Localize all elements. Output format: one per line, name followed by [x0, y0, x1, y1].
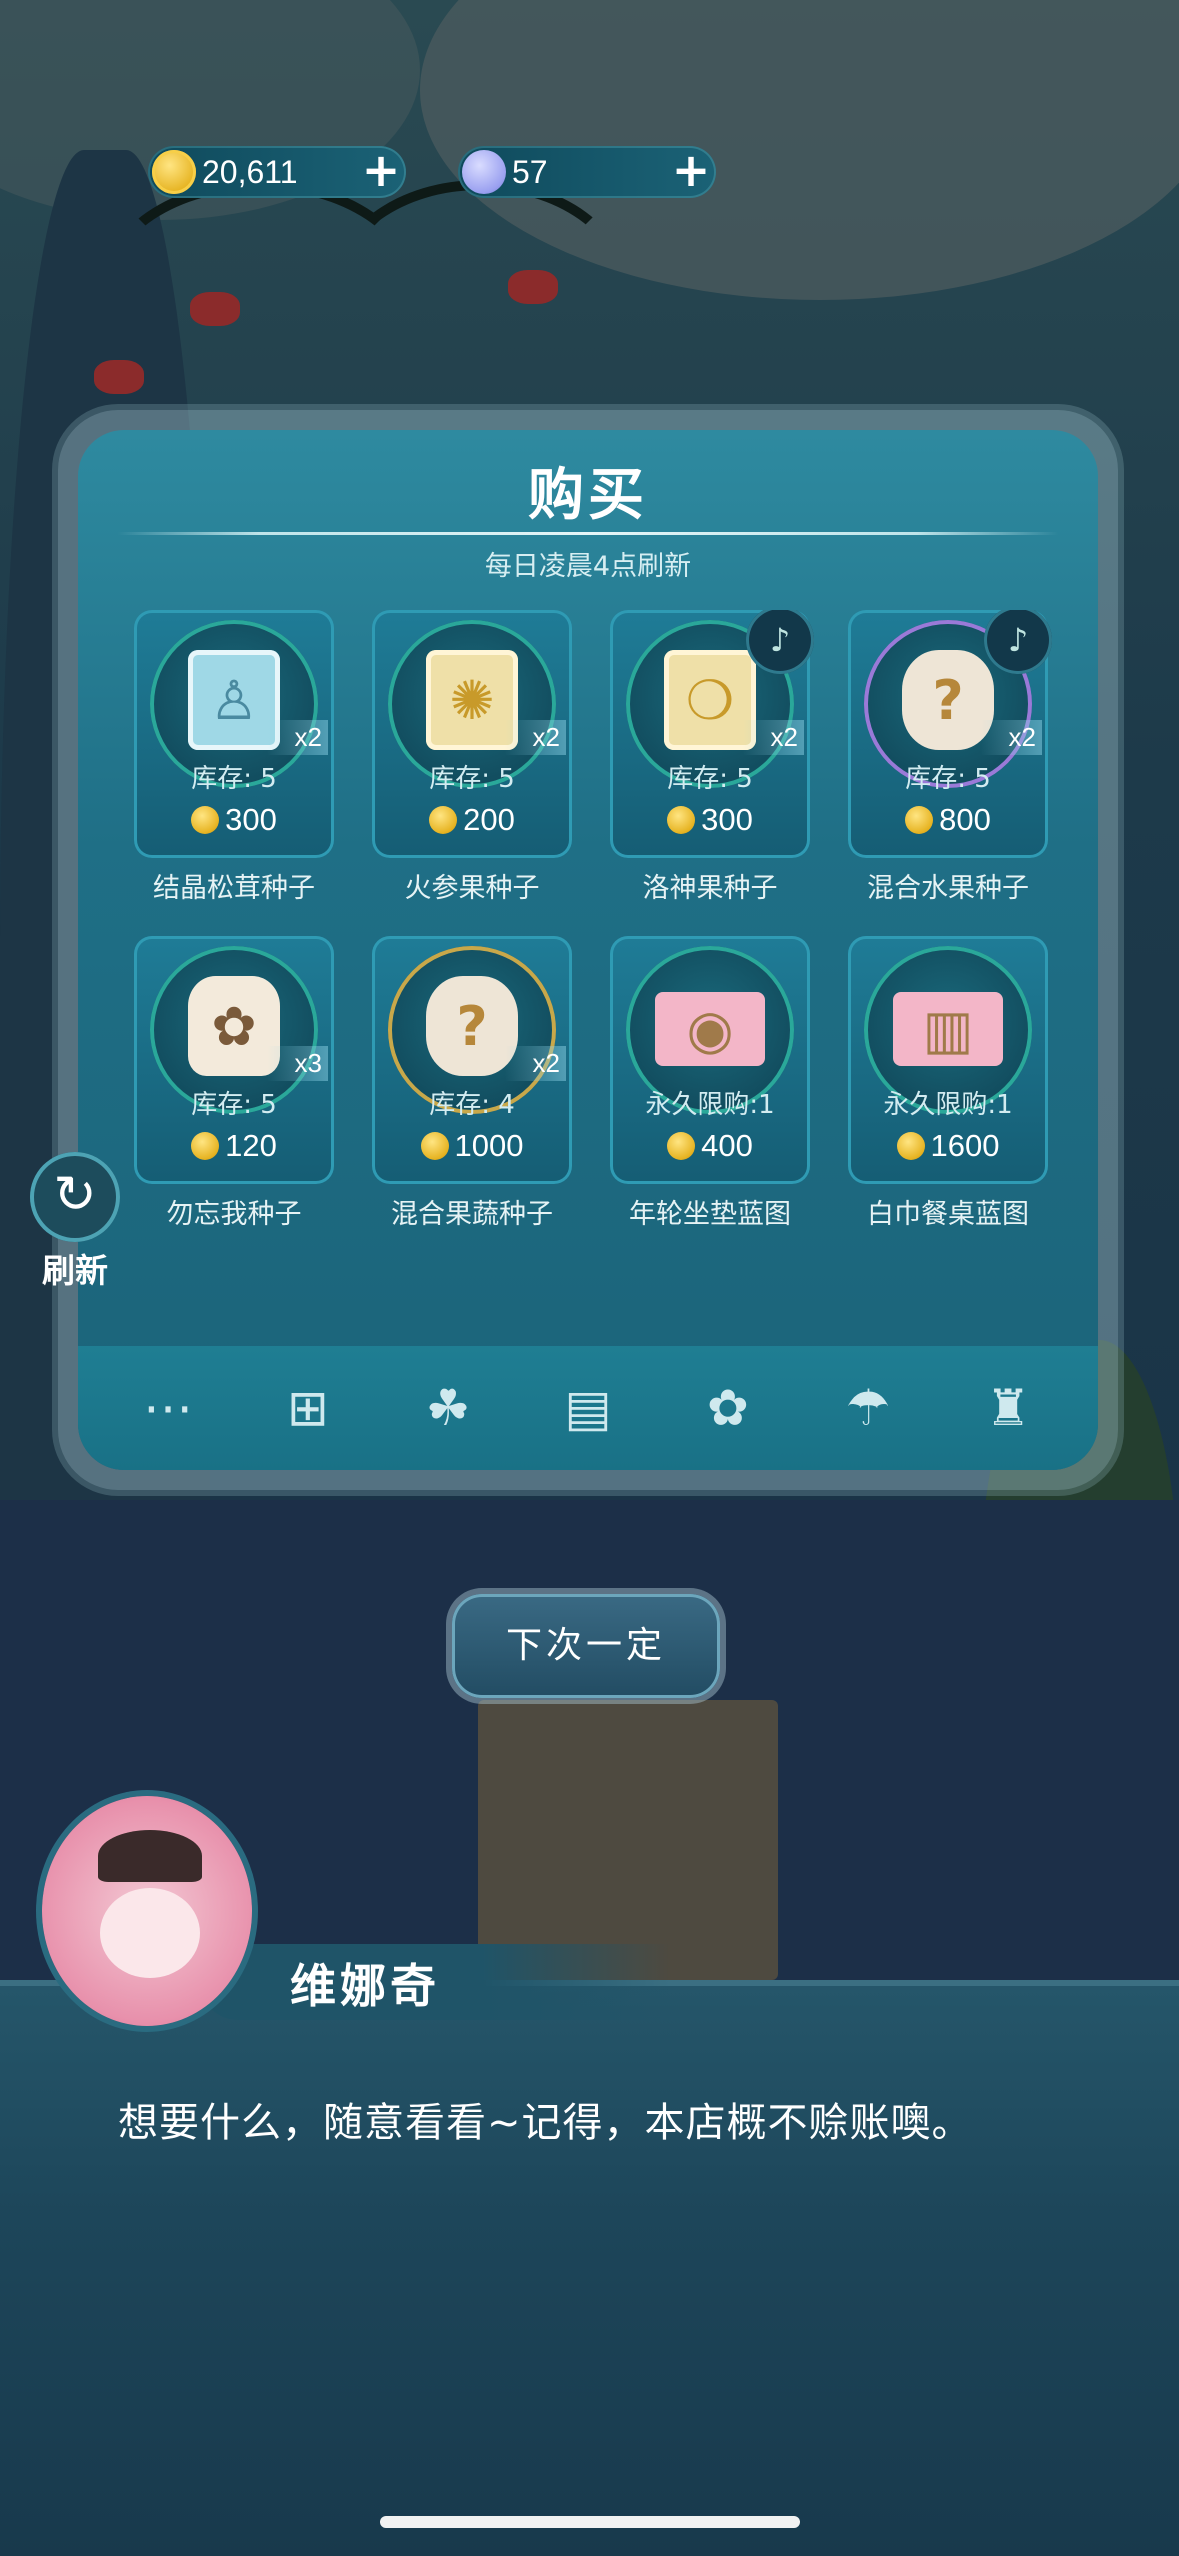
moon-counter: 57 +	[458, 146, 716, 198]
refresh-label: 刷新	[42, 1251, 108, 1290]
shop-panel-inner: 购买 每日凌晨4点刷新 ♙ x2 库存: 5 300 结晶松茸种子 ✺ x2 库…	[78, 430, 1098, 1470]
flower-icon[interactable]: ✿	[688, 1368, 768, 1448]
coin-icon	[429, 806, 458, 834]
blueprint-icon[interactable]: ▤	[548, 1368, 628, 1448]
item-name: 洛神果种子	[642, 873, 778, 904]
dialog-text: 想要什么，随意看看~记得，本店概不赊账噢。	[118, 2100, 973, 2146]
item-price: 800	[848, 802, 1048, 838]
furniture-icon[interactable]: ⊞	[268, 1368, 348, 1448]
face-icon	[100, 1888, 200, 1978]
more-icon[interactable]: ⋯	[128, 1368, 208, 1448]
item-stock: 库存: 5	[429, 764, 515, 794]
coin-icon	[191, 806, 220, 834]
seed-bag-icon[interactable]: ☘	[408, 1368, 488, 1448]
item-quantity: x2	[504, 720, 566, 755]
item-quantity: x2	[504, 1046, 566, 1081]
npc-avatar	[42, 1796, 252, 2026]
item-stock: 库存: 5	[667, 764, 753, 794]
item-name: 结晶松茸种子	[153, 873, 315, 904]
next-time-button[interactable]: 下次一定	[452, 1594, 720, 1698]
speaker-name: 维娜奇	[290, 1959, 440, 2013]
shop-item[interactable]: ▥ 永久限购:1 1600 白巾餐桌蓝图	[848, 936, 1048, 1230]
dialog-box[interactable]	[0, 1986, 1179, 2556]
item-name: 年轮坐垫蓝图	[629, 1199, 791, 1230]
coin-icon	[152, 150, 196, 194]
category-bar: ⋯ ⊞ ☘ ▤ ✿ ☂ ♜	[78, 1346, 1098, 1470]
item-stock: 库存: 5	[191, 764, 277, 794]
moon-amount: 57	[512, 153, 548, 190]
shop-title: 购买	[528, 463, 648, 528]
item-name: 白巾餐桌蓝图	[867, 1199, 1029, 1230]
item-name: 混合水果种子	[867, 873, 1029, 904]
shop-item[interactable]: ♙ x2 库存: 5 300 结晶松茸种子	[134, 610, 334, 904]
title-divider	[118, 532, 1058, 535]
item-quantity: x2	[266, 720, 328, 755]
mushroom-icon[interactable]: ☂	[828, 1368, 908, 1448]
item-price: 300	[134, 802, 334, 838]
blueprint-icon: ▥	[893, 992, 1003, 1066]
item-name: 勿忘我种子	[166, 1199, 302, 1230]
coin-icon	[905, 806, 934, 834]
item-stock: 库存: 5	[191, 1090, 277, 1120]
shop-item[interactable]: ? ♪ x2 库存: 5 800 混合水果种子	[848, 610, 1052, 904]
item-price: 200	[372, 802, 572, 838]
item-price: 1000	[372, 1128, 572, 1164]
item-quantity: x3	[266, 1046, 328, 1081]
add-coins-button[interactable]: +	[356, 147, 406, 197]
shop-item[interactable]: ✿ x3 库存: 5 120 勿忘我种子	[134, 936, 334, 1230]
coin-icon	[420, 1132, 449, 1160]
blueprint-icon: ◉	[655, 992, 765, 1066]
refresh-note: 每日凌晨4点刷新	[484, 551, 692, 582]
add-moons-button[interactable]: +	[666, 147, 716, 197]
coin-icon	[191, 1132, 220, 1160]
coin-amount: 20,611	[202, 153, 298, 190]
hat-icon	[98, 1830, 202, 1882]
coin-icon	[667, 806, 696, 834]
item-stock: 永久限购:1	[645, 1090, 775, 1120]
item-name: 火参果种子	[404, 873, 540, 904]
item-name: 混合果蔬种子	[391, 1199, 553, 1230]
shop-item[interactable]: ❍ ♪ x2 库存: 5 300 洛神果种子	[610, 610, 814, 904]
item-stock: 库存: 5	[905, 764, 991, 794]
item-grid: ♙ x2 库存: 5 300 结晶松茸种子 ✺ x2 库存: 5 200 火参果…	[78, 610, 1098, 1250]
item-quantity: x2	[980, 720, 1042, 755]
item-price: 300	[610, 802, 810, 838]
item-price: 120	[134, 1128, 334, 1164]
coin-icon	[667, 1132, 696, 1160]
refresh-icon: ↻	[30, 1152, 120, 1242]
moon-icon	[462, 150, 506, 194]
home-indicator[interactable]	[380, 2516, 800, 2528]
coin-counter: 20,611 +	[148, 146, 406, 198]
item-stock: 永久限购:1	[883, 1090, 1013, 1120]
shop-item[interactable]: ◉ 永久限购:1 400 年轮坐垫蓝图	[610, 936, 810, 1230]
coin-icon	[896, 1132, 925, 1160]
item-quantity: x2	[742, 720, 804, 755]
refresh-button[interactable]: ↻ 刷新	[28, 1152, 122, 1292]
item-price: 400	[610, 1128, 810, 1164]
item-price: 1600	[848, 1128, 1048, 1164]
clothes-icon[interactable]: ♜	[968, 1368, 1048, 1448]
shop-item[interactable]: ✺ x2 库存: 5 200 火参果种子	[372, 610, 572, 904]
shop-item[interactable]: ? x2 库存: 4 1000 混合果蔬种子	[372, 936, 572, 1230]
shop-panel: 购买 每日凌晨4点刷新 ♙ x2 库存: 5 300 结晶松茸种子 ✺ x2 库…	[58, 410, 1118, 1490]
item-stock: 库存: 4	[429, 1090, 515, 1120]
